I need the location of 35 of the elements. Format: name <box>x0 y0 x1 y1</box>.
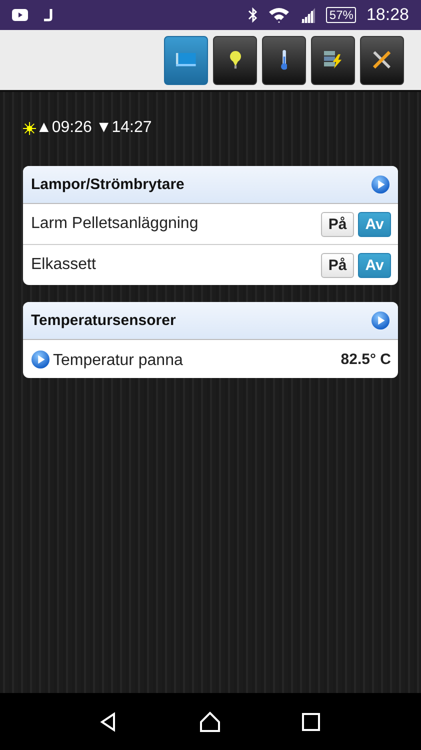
server-bolt-icon <box>324 51 342 69</box>
clock: 18:28 <box>366 5 409 25</box>
play-icon[interactable] <box>371 311 390 330</box>
battery-indicator: 57% <box>326 7 356 23</box>
list-row[interactable]: Elkassett På Av <box>23 245 398 285</box>
toolbar-button[interactable] <box>360 36 404 84</box>
toolbar-button[interactable] <box>213 36 257 84</box>
bluetooth-icon <box>248 7 258 23</box>
sensor-value: 82.5° C <box>340 350 391 368</box>
video-app-icon <box>12 9 28 21</box>
bulb-icon <box>230 51 240 69</box>
row-label: Elkassett <box>31 256 96 274</box>
panel-title: Temperatursensorer <box>31 312 176 329</box>
hook-icon <box>42 8 54 22</box>
list-row[interactable]: Larm Pelletsanläggning På Av <box>23 204 398 245</box>
row-label: Temperatur panna <box>53 352 184 370</box>
tools-icon <box>373 51 391 69</box>
recents-icon[interactable] <box>300 710 322 732</box>
toolbar-button[interactable] <box>262 36 306 84</box>
play-icon[interactable] <box>31 350 50 368</box>
home-icon[interactable] <box>199 710 222 732</box>
toggle-button[interactable]: På <box>321 252 354 278</box>
thermometer-icon <box>280 50 288 70</box>
play-icon[interactable] <box>371 175 390 194</box>
wifi-icon <box>268 6 290 24</box>
toggle-button[interactable]: På <box>321 212 354 236</box>
sunset-time: ▼14:27 <box>96 119 152 137</box>
screen-icon <box>176 53 196 67</box>
signal-icon <box>300 7 316 23</box>
row-label: Larm Pelletsanläggning <box>31 215 198 233</box>
panel-title: Lampor/Strömbrytare <box>31 176 184 193</box>
sun-icon <box>23 122 36 134</box>
sunrise-time: ▲09:26 <box>36 119 92 137</box>
list-row[interactable]: Temperatur panna 82.5° C <box>23 340 398 378</box>
toolbar-button[interactable] <box>311 36 355 84</box>
